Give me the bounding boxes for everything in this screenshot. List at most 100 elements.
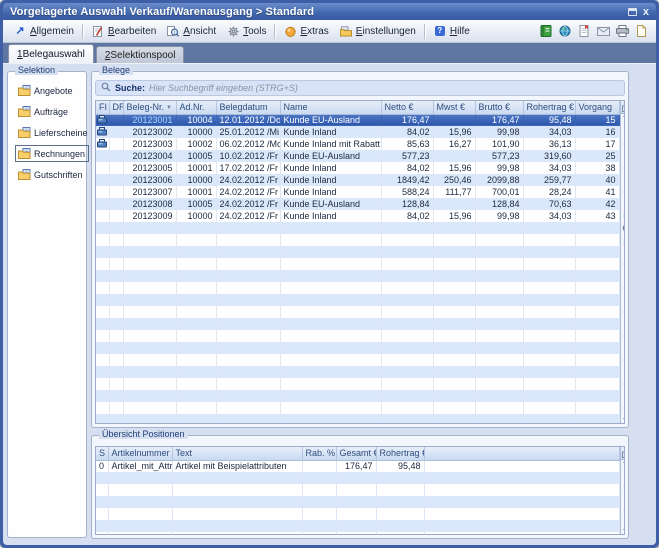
cell-brutto: 101,90: [475, 138, 523, 150]
menu-item-tools[interactable]: Tools: [221, 23, 271, 40]
table-row[interactable]: 201230061000024.02.2012 /FrKunde Inland1…: [96, 174, 619, 186]
table-row[interactable]: 201230091000024.02.2012 /FrKunde Inland8…: [96, 210, 619, 222]
sidebar-item-auftraege[interactable]: Aufträge: [15, 103, 72, 120]
close-icon[interactable]: x: [643, 7, 649, 17]
column-header-netto[interactable]: Netto €: [381, 101, 433, 114]
empty-cell: [376, 496, 424, 508]
filter-icon[interactable]: ≡: [624, 252, 625, 263]
empty-cell: [523, 246, 575, 258]
column-header-rab[interactable]: Rab. %: [302, 447, 336, 460]
column-header-ad-nr[interactable]: Ad.Nr.: [176, 101, 216, 114]
search-input[interactable]: [149, 83, 619, 93]
sidebar-item-angebote[interactable]: Angebote: [15, 82, 77, 99]
cell-dr: [109, 138, 123, 150]
cell-brutto: 2099,88: [475, 174, 523, 186]
empty-cell: [433, 366, 475, 378]
column-header-artikelnummer[interactable]: Artikelnummer: [108, 447, 172, 460]
empty-cell: [475, 342, 523, 354]
empty-cell: [376, 508, 424, 520]
document-bookmark-icon[interactable]: [577, 25, 591, 38]
empty-cell: [523, 294, 575, 306]
restore-icon[interactable]: [628, 8, 637, 16]
empty-cell: [433, 378, 475, 390]
table-row[interactable]: 201230071000124.02.2012 /FrKunde Inland5…: [96, 186, 619, 198]
empty-cell: [575, 318, 619, 330]
cell-ad-nr: 10001: [176, 162, 216, 174]
search-icon: [101, 82, 111, 94]
globe-icon[interactable]: [558, 25, 572, 38]
column-header-s[interactable]: S: [96, 447, 108, 460]
menu-item-bearbeiten[interactable]: Bearbeiten: [86, 23, 161, 40]
table-row[interactable]: 201230011000412.01.2012 /DoKunde EU-Ausl…: [96, 114, 619, 126]
menu-item-extras[interactable]: Extras: [278, 23, 333, 40]
column-header-rohertrag[interactable]: Rohertrag €: [376, 447, 424, 460]
last-record-icon[interactable]: ▼: [623, 521, 625, 532]
prev-record-icon[interactable]: ▲: [623, 483, 625, 494]
cell-brutto: 577,23: [475, 150, 523, 162]
empty-cell: [280, 282, 381, 294]
menu-item-einstellungen[interactable]: Einstellungen: [334, 23, 421, 40]
column-header-mwst[interactable]: Mwst €: [433, 101, 475, 114]
first-record-icon[interactable]: ▲: [623, 461, 625, 472]
column-header-brutto[interactable]: Brutto €: [475, 101, 523, 114]
sum-icon[interactable]: ▦: [623, 238, 625, 249]
sidebar-item-rechnungen[interactable]: Rechnungen: [15, 145, 89, 162]
next-record-icon[interactable]: ▼: [623, 499, 625, 510]
cell-vorgang: 42: [575, 198, 619, 210]
sidebar-item-gutschriften[interactable]: Gutschriften: [15, 166, 87, 183]
menu-item-allgemein[interactable]: ↗Allgemein: [8, 23, 79, 40]
printer-icon[interactable]: [615, 25, 629, 38]
cell-beleg-nr: 20123002: [123, 126, 176, 138]
insert-record-icon[interactable]: +: [624, 399, 625, 410]
menu-item-label: Allgemein: [30, 26, 74, 37]
empty-cell: [96, 294, 109, 306]
column-chooser-icon[interactable]: [621, 447, 626, 460]
column-header-dr[interactable]: DR: [109, 101, 123, 114]
new-record-icon[interactable]: +: [624, 126, 625, 137]
empty-cell: [96, 366, 109, 378]
table-row[interactable]: 201230021000025.01.2012 /MiKunde Inland8…: [96, 126, 619, 138]
column-chooser-icon[interactable]: [621, 101, 626, 114]
empty-row: [96, 472, 619, 484]
cell-ad-nr: 10001: [176, 186, 216, 198]
sidebar-item-lieferscheine[interactable]: Lieferscheine: [15, 124, 92, 141]
table-row[interactable]: 0Artikel_mit_AttributenArtikel mit Beisp…: [96, 460, 619, 472]
empty-cell: [475, 282, 523, 294]
empty-cell: [216, 318, 280, 330]
empty-row: [96, 294, 619, 306]
column-header-fi[interactable]: FI: [96, 101, 109, 114]
prev-record-icon[interactable]: ▲: [623, 137, 625, 148]
table-row[interactable]: 201230051000117.02.2012 /FrKunde Inland8…: [96, 162, 619, 174]
cell-brutto: 99,98: [475, 162, 523, 174]
column-header-rohertrag[interactable]: Rohertrag €: [523, 101, 575, 114]
tab-2-selektionspool[interactable]: 2 Selektionspool: [96, 46, 185, 63]
table-row[interactable]: 201230041000510.02.2012 /FrKunde EU-Ausl…: [96, 150, 619, 162]
column-header-vorgang[interactable]: Vorgang: [575, 101, 619, 114]
empty-cell: [172, 484, 302, 496]
table-row[interactable]: 201230081000524.02.2012 /FrKunde EU-Ausl…: [96, 198, 619, 210]
empty-row: [96, 378, 619, 390]
empty-cell: [96, 484, 108, 496]
columns-icon[interactable]: ▤: [623, 210, 625, 221]
notebook-icon[interactable]: [539, 25, 553, 38]
column-header-gesamt[interactable]: Gesamt €: [336, 447, 376, 460]
column-header-filler[interactable]: [424, 447, 619, 460]
first-record-icon[interactable]: ▲: [623, 115, 625, 126]
menu-item-ansicht[interactable]: Ansicht: [161, 23, 221, 40]
mail-icon[interactable]: [596, 25, 610, 38]
folder-document-icon: [17, 84, 31, 97]
empty-cell: [475, 222, 523, 234]
next-record-icon[interactable]: ▼: [623, 388, 625, 399]
column-header-belegdatum[interactable]: Belegdatum: [216, 101, 280, 114]
table-row[interactable]: 201230031000206.02.2012 /MoKunde Inland …: [96, 138, 619, 150]
column-header-name[interactable]: Name: [280, 101, 381, 114]
menu-item-hilfe[interactable]: ?Hilfe: [428, 23, 475, 40]
column-header-text[interactable]: Text: [172, 447, 302, 460]
tab-1-belegauswahl[interactable]: 1 Belegauswahl: [8, 44, 94, 63]
last-record-icon[interactable]: ▼: [623, 410, 625, 421]
new-page-icon[interactable]: [634, 25, 648, 38]
search-icon[interactable]: [622, 224, 626, 235]
insert-record-icon[interactable]: +: [624, 510, 625, 521]
column-header-beleg-nr[interactable]: Beleg-Nr.▼: [123, 101, 176, 114]
new-record-icon[interactable]: +: [624, 472, 625, 483]
